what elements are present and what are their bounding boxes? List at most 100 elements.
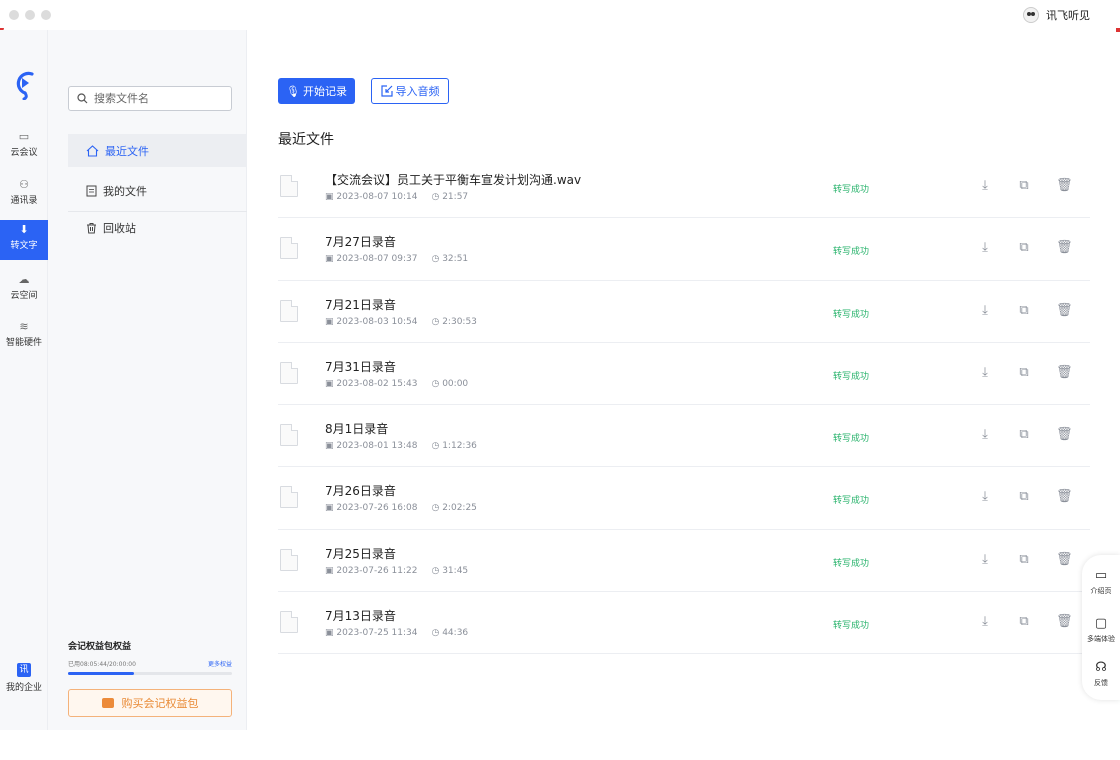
quota-row: 已用08:05:44/20:00:00 更多权益: [68, 659, 232, 668]
enterprise-switcher[interactable]: 讯 我的企业: [0, 663, 48, 693]
file-date-text: 2023-08-07 09:37: [336, 254, 418, 265]
download-button[interactable]: ⤓: [978, 178, 992, 193]
file-icon: [280, 175, 298, 197]
file-name[interactable]: 7月25日录音: [325, 545, 396, 562]
file-row[interactable]: 7月21日录音 ▣ 2023-08-03 10:54 ◷ 2:30:53 转写成功 ⤓ ⧉…: [278, 281, 1090, 343]
file-name[interactable]: 7月26日录音: [325, 482, 396, 499]
rail-item-contacts[interactable]: ⚇ 通讯录: [0, 175, 48, 215]
download-button[interactable]: ⤓: [978, 365, 992, 380]
calendar-icon: ▣: [325, 628, 337, 639]
float-item-multi-device[interactable]: ▢ 多端体验: [1082, 617, 1120, 644]
share-button[interactable]: ⧉: [1017, 427, 1031, 442]
download-icon: ⤓: [982, 614, 988, 630]
delete-button[interactable]: 🗑︎: [1056, 489, 1073, 504]
more-benefits-link[interactable]: 更多权益: [208, 659, 232, 668]
file-duration-text: 1:12:36: [442, 441, 477, 452]
clock-icon: ◷: [431, 503, 443, 514]
file-date: ▣ 2023-07-25 11:34: [325, 628, 417, 638]
share-button[interactable]: ⧉: [1017, 303, 1031, 318]
file-row[interactable]: 8月1日录音 ▣ 2023-08-01 13:48 ◷ 1:12:36 转写成功 ⤓ ⧉ 🗑…: [278, 405, 1090, 468]
share-button[interactable]: ⧉: [1017, 240, 1031, 255]
download-button[interactable]: ⤓: [978, 303, 992, 318]
title-bar: 讯飞听见: [0, 0, 1120, 30]
file-row[interactable]: 7月13日录音 ▣ 2023-07-25 11:34 ◷ 44:36 转写成功 ⤓ ⧉ 🗑︎: [278, 592, 1090, 655]
search-input[interactable]: [94, 92, 224, 105]
buy-benefits-button[interactable]: 购买会记权益包: [68, 689, 232, 717]
file-row[interactable]: 7月31日录音 ▣ 2023-08-02 15:43 ◷ 00:00 转写成功 ⤓ ⧉ 🗑︎: [278, 343, 1090, 406]
main-content: 🎙︎ 开始记录 导入音频 最近文件 【交流会议】员工关于平衡车宣发计划沟通.wa…: [248, 30, 1120, 730]
delete-button[interactable]: 🗑︎: [1056, 614, 1073, 629]
share-button[interactable]: ⧉: [1017, 552, 1031, 567]
file-list: 【交流会议】员工关于平衡车宣发计划沟通.wav ▣ 2023-08-07 10:1…: [278, 156, 1090, 655]
download-button[interactable]: ⤓: [978, 427, 992, 442]
status-badge: 转写成功: [833, 371, 870, 382]
nav-item-label: 回收站: [103, 222, 136, 235]
delete-button[interactable]: 🗑︎: [1056, 240, 1073, 255]
import-icon: [380, 85, 393, 97]
share-button[interactable]: ⧉: [1017, 614, 1031, 629]
avatar[interactable]: [1023, 7, 1039, 23]
share-button[interactable]: ⧉: [1017, 489, 1031, 504]
delete-button[interactable]: 🗑︎: [1056, 552, 1073, 567]
minimize-window-button[interactable]: [25, 10, 35, 20]
rail-item-hardware[interactable]: ≋ 智能硬件: [0, 317, 48, 357]
layers-icon: ≋: [19, 320, 29, 333]
download-button[interactable]: ⤓: [978, 552, 992, 567]
share-button[interactable]: ⧉: [1017, 365, 1031, 380]
file-row[interactable]: 7月26日录音 ▣ 2023-07-26 16:08 ◷ 2:02:25 转写成功 ⤓ ⧉…: [278, 467, 1090, 530]
file-name[interactable]: 7月31日录音: [325, 358, 396, 375]
download-icon: ⤓: [982, 489, 988, 505]
close-window-button[interactable]: [9, 10, 19, 20]
file-meta: ▣ 2023-08-01 13:48 ◷ 1:12:36: [325, 441, 477, 451]
start-recording-button[interactable]: 🎙︎ 开始记录: [278, 78, 355, 104]
download-icon: ⤓: [982, 427, 988, 443]
nav-item-recycle-bin[interactable]: 回收站: [68, 211, 247, 244]
floating-side-bar: ▭ 介绍页 ▢ 多端体验 ☊ 反馈: [1082, 555, 1120, 700]
download-button[interactable]: ⤓: [978, 614, 992, 629]
download-icon: ⤓: [982, 364, 988, 380]
delete-button[interactable]: 🗑︎: [1056, 427, 1073, 442]
nav-item-recent[interactable]: 最近文件: [68, 134, 247, 167]
share-icon: ⧉: [1019, 614, 1029, 630]
maximize-window-button[interactable]: [41, 10, 51, 20]
rail-item-label: 通讯录: [10, 196, 38, 206]
download-icon: ⤓: [982, 302, 988, 318]
import-audio-button[interactable]: 导入音频: [371, 78, 449, 104]
search-box[interactable]: [68, 86, 232, 111]
rail-item-label: 转文字: [10, 241, 38, 251]
search-icon: [77, 93, 88, 104]
file-row[interactable]: 7月25日录音 ▣ 2023-07-26 11:22 ◷ 31:45 转写成功 ⤓ ⧉ 🗑︎: [278, 530, 1090, 593]
rail-item-label: 云会议: [10, 148, 38, 158]
file-date: ▣ 2023-08-02 15:43: [325, 379, 417, 389]
user-menu[interactable]: 讯飞听见: [1023, 7, 1090, 23]
user-name[interactable]: 讯飞听见: [1046, 7, 1090, 23]
file-row[interactable]: 【交流会议】员工关于平衡车宣发计划沟通.wav ▣ 2023-08-07 10:1…: [278, 156, 1090, 219]
nav-item-my-files[interactable]: 我的文件: [68, 174, 247, 207]
delete-button[interactable]: 🗑︎: [1056, 178, 1073, 193]
share-button[interactable]: ⧉: [1017, 178, 1031, 193]
file-date-text: 2023-07-26 16:08: [336, 503, 418, 514]
delete-button[interactable]: 🗑︎: [1056, 365, 1073, 380]
file-date-text: 2023-08-02 15:43: [336, 378, 418, 389]
float-item-intro[interactable]: ▭ 介绍页: [1082, 569, 1120, 596]
file-name[interactable]: 7月27日录音: [325, 233, 396, 250]
download-button[interactable]: ⤓: [978, 489, 992, 504]
file-name[interactable]: 7月13日录音: [325, 607, 396, 624]
file-name[interactable]: 7月21日录音: [325, 296, 396, 313]
window-controls[interactable]: [9, 10, 51, 20]
file-date: ▣ 2023-08-07 09:37: [325, 254, 417, 264]
share-icon: ⧉: [1019, 489, 1029, 505]
calendar-icon: ▣: [325, 192, 337, 202]
float-item-label: 反馈: [1094, 679, 1108, 687]
rail-item-cloud[interactable]: ☁ 云空间: [0, 270, 48, 310]
file-row[interactable]: 7月27日录音 ▣ 2023-08-07 09:37 ◷ 32:51 转写成功 ⤓ ⧉ 🗑︎: [278, 218, 1090, 281]
quota-progress-fill: [68, 672, 134, 675]
file-date-text: 2023-08-01 13:48: [336, 441, 418, 452]
rail-item-meeting[interactable]: ▭ 云会议: [0, 127, 48, 167]
rail-item-transcribe[interactable]: ⬇ 转文字: [0, 220, 48, 260]
float-item-feedback[interactable]: ☊ 反馈: [1082, 661, 1120, 688]
file-name[interactable]: 8月1日录音: [325, 420, 388, 437]
file-name[interactable]: 【交流会议】员工关于平衡车宣发计划沟通.wav: [325, 171, 581, 188]
delete-button[interactable]: 🗑︎: [1056, 303, 1073, 318]
download-button[interactable]: ⤓: [978, 240, 992, 255]
